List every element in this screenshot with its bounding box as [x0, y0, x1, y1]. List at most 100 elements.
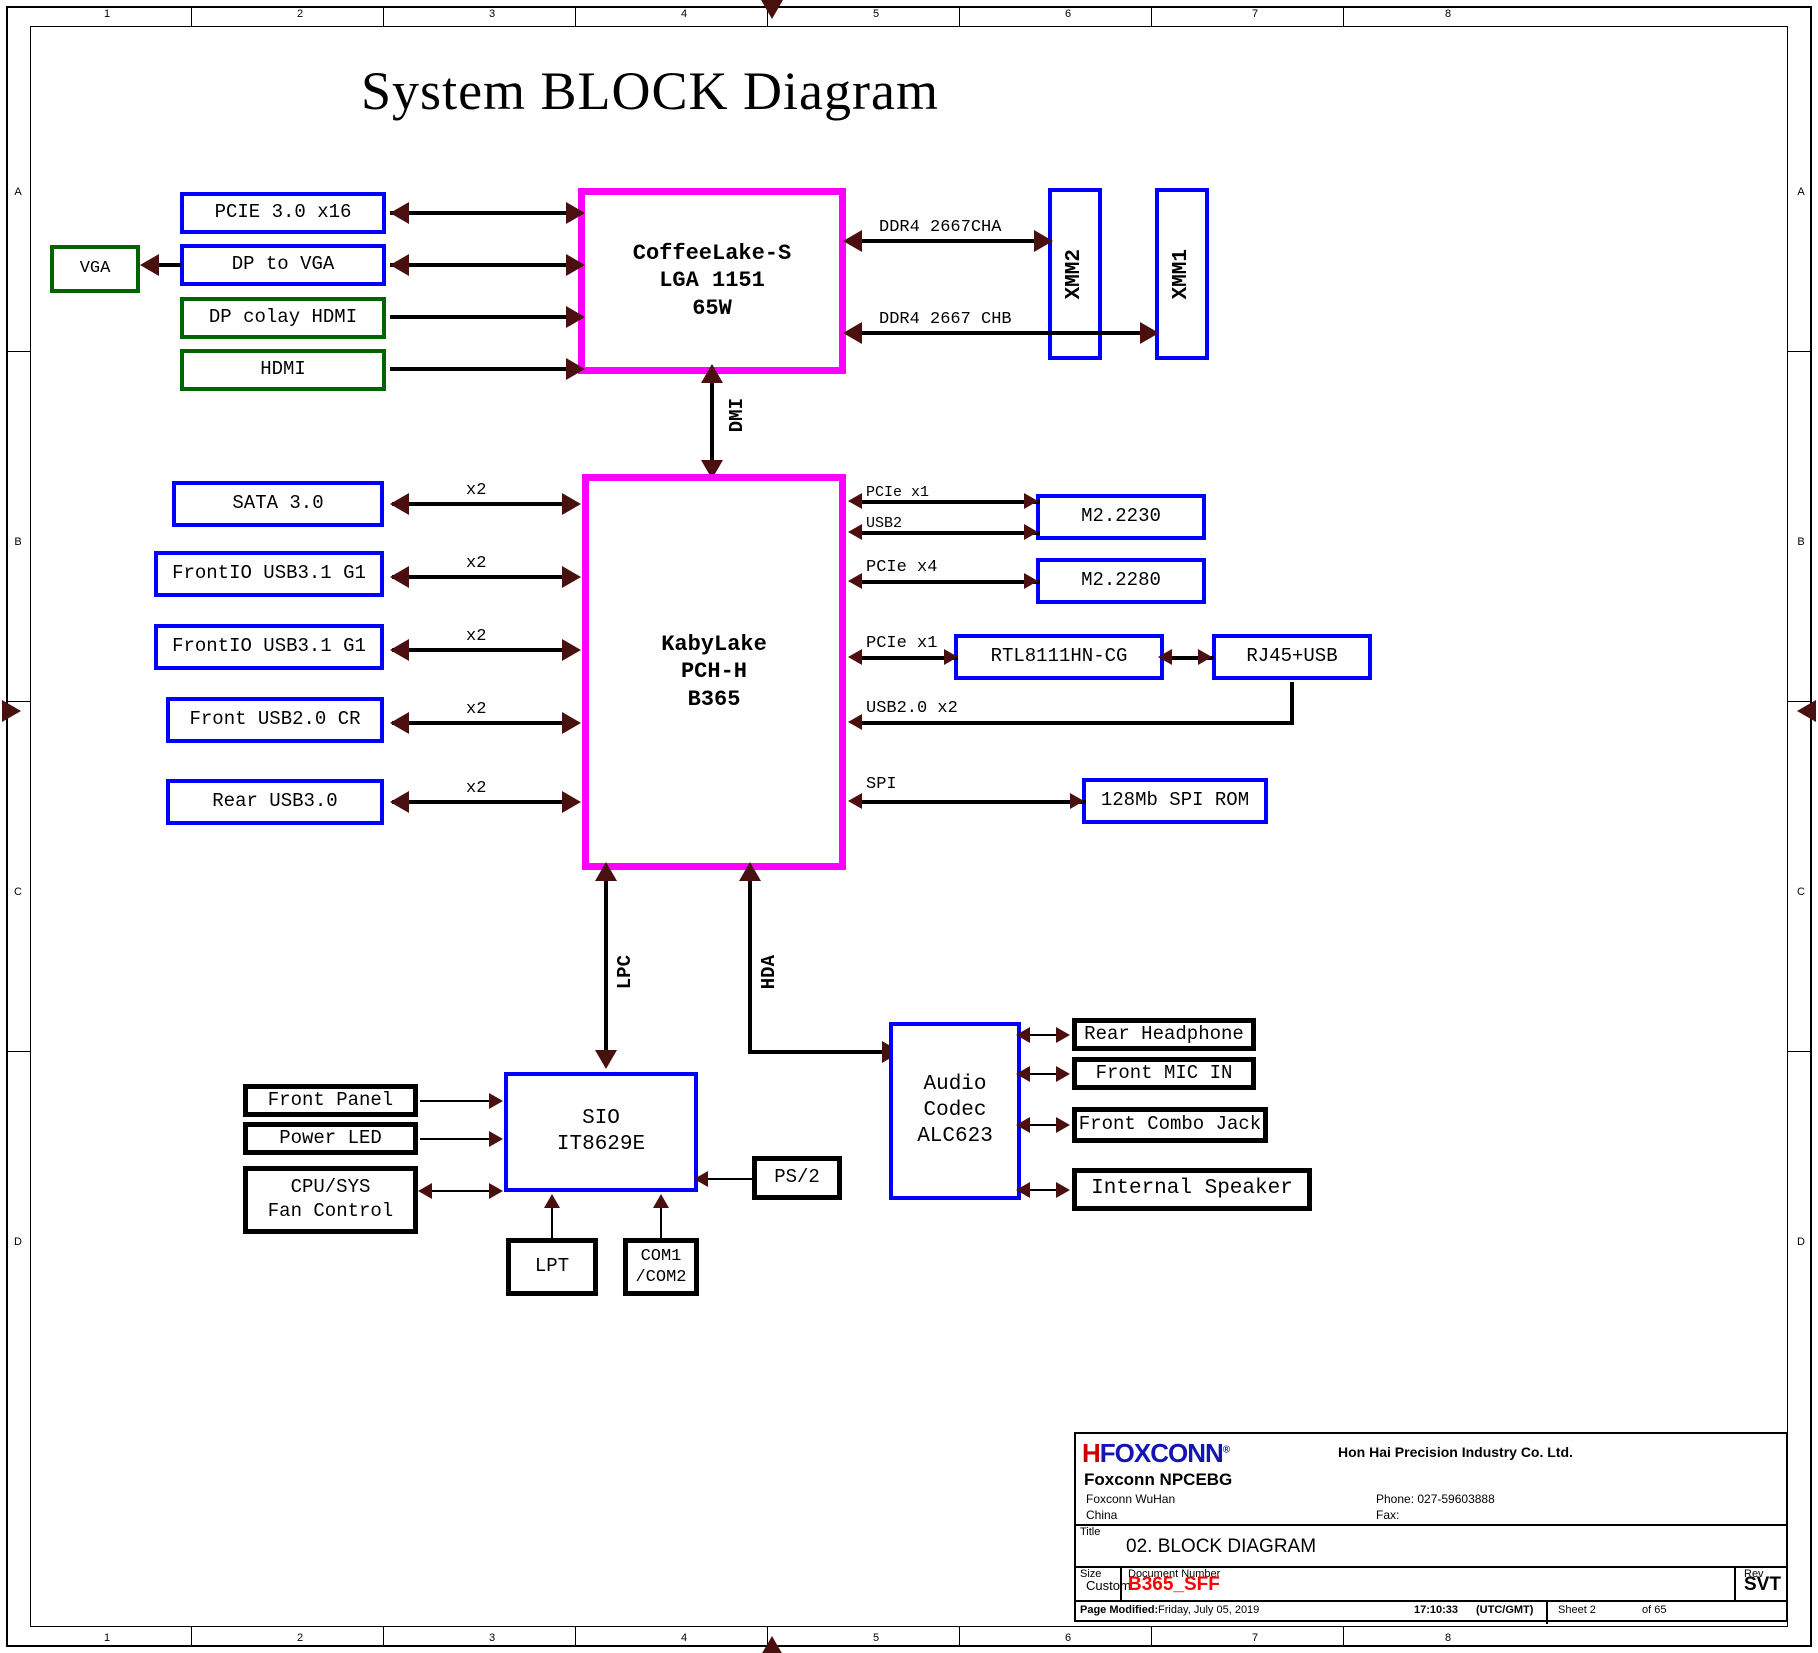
block-rtl8111hn-cg[interactable]: RTL8111HN-CG: [954, 634, 1164, 680]
block-power-led[interactable]: Power LED: [243, 1122, 418, 1155]
arrow-right-icon: [1034, 230, 1053, 252]
arrow-left-icon: [1016, 1182, 1030, 1198]
wire-usb31a-to-pch: [392, 575, 576, 579]
title-block: HFOXCONN® Foxconn NPCEBG Foxconn WuHan C…: [1074, 1432, 1788, 1624]
center-mark-bottom-icon: [761, 1636, 783, 1653]
wire-usb31b-to-pch: [392, 648, 576, 652]
arrow-right-icon: [566, 306, 585, 328]
block-cpu-sys-fan-control[interactable]: CPU/SYS Fan Control: [243, 1166, 418, 1234]
foxconn-logo-h: H: [1082, 1438, 1101, 1468]
arrow-right-icon: [566, 254, 585, 276]
wire-lpt-to-sio: [551, 1203, 553, 1239]
block-xmm2-label: XMM2: [1062, 248, 1086, 300]
frame-tick: [191, 1627, 192, 1647]
block-front-panel[interactable]: Front Panel: [243, 1084, 418, 1117]
block-dp-to-vga[interactable]: DP to VGA: [180, 244, 386, 286]
arrow-right-icon: [944, 649, 958, 665]
block-front-mic-in[interactable]: Front MIC IN: [1072, 1057, 1256, 1090]
wire-hdmi-to-cpu: [390, 367, 572, 371]
wire-label-hda: HDA: [758, 955, 780, 990]
foxconn-logo: HFOXCONN®: [1082, 1438, 1230, 1469]
phone-number: Phone: 027-59603888: [1376, 1492, 1495, 1506]
arrow-right-icon: [562, 493, 581, 515]
wire-frontpanel-to-sio: [420, 1100, 498, 1102]
corporate-name: Hon Hai Precision Industry Co. Ltd.: [1338, 1444, 1573, 1460]
wire-hda-horizontal: [748, 1050, 890, 1054]
address-line-2: China: [1086, 1508, 1118, 1522]
wire-pch-usb20-x2-riser: [1290, 682, 1294, 723]
arrow-down-icon: [595, 1050, 617, 1069]
center-mark-left-icon: [2, 700, 21, 722]
arrow-right-icon: [489, 1131, 503, 1147]
arrow-left-icon: [390, 712, 409, 734]
block-lpt[interactable]: LPT: [506, 1238, 598, 1296]
block-front-usb20-cr[interactable]: Front USB2.0 CR: [166, 697, 384, 743]
frame-tick: [1788, 1051, 1812, 1052]
block-sio-it8629e[interactable]: SIO IT8629E: [504, 1072, 698, 1192]
arrow-left-icon: [390, 791, 409, 813]
wire-sata-to-pch: [392, 502, 576, 506]
block-rear-usb30[interactable]: Rear USB3.0: [166, 779, 384, 825]
block-frontio-usb31-g1-a[interactable]: FrontIO USB3.1 G1: [154, 551, 384, 597]
block-m2-2230[interactable]: M2.2230: [1036, 494, 1206, 540]
zone-col-bot-4: 4: [680, 1632, 688, 1644]
arrow-left-icon: [140, 254, 159, 276]
wire-cpu-to-xmm1: [860, 331, 1153, 335]
wire-label-usb20-x2: x2: [466, 700, 487, 719]
zone-col-top-2: 2: [296, 8, 304, 20]
block-internal-speaker[interactable]: Internal Speaker: [1072, 1168, 1312, 1211]
wire-dpvga-to-cpu: [390, 263, 572, 267]
size-value: Custom: [1086, 1578, 1131, 1593]
block-frontio-usb31-g1-b[interactable]: FrontIO USB3.1 G1: [154, 624, 384, 670]
block-m2-2280[interactable]: M2.2280: [1036, 558, 1206, 604]
arrow-right-icon: [1056, 1027, 1070, 1043]
block-rear-headphone[interactable]: Rear Headphone: [1072, 1018, 1256, 1051]
block-vga[interactable]: VGA: [50, 245, 140, 293]
block-xmm1[interactable]: XMM1: [1155, 188, 1209, 360]
wire-lpc: [604, 876, 608, 1062]
zone-col-top-5: 5: [872, 8, 880, 20]
block-sata-3-0[interactable]: SATA 3.0: [172, 481, 384, 527]
arrow-left-icon: [1158, 649, 1172, 665]
block-coffeelake-cpu[interactable]: CoffeeLake-S LGA 1151 65W: [578, 188, 846, 374]
arrow-right-icon: [1198, 649, 1212, 665]
block-hdmi[interactable]: HDMI: [180, 349, 386, 391]
arrow-left-icon: [848, 714, 862, 730]
wire-cpu-to-xmm2: [860, 239, 1046, 243]
block-dp-colay-hdmi[interactable]: DP colay HDMI: [180, 297, 386, 339]
frame-tick: [191, 6, 192, 26]
arrow-left-icon: [843, 322, 862, 344]
block-pcie-3-0-x16[interactable]: PCIE 3.0 x16: [180, 192, 386, 234]
arrow-left-icon: [694, 1171, 708, 1187]
block-kabylake-pch[interactable]: KabyLake PCH-H B365: [582, 474, 846, 870]
wire-label-pcie-x4: PCIe x4: [866, 558, 938, 577]
arrow-right-icon: [1024, 573, 1038, 589]
block-ps2[interactable]: PS/2: [752, 1156, 842, 1200]
wire-label-pcie-x1-a: PCIe x1: [866, 484, 930, 501]
zone-row-left-d: D: [14, 1236, 22, 1248]
wire-pch-to-spi-rom: [860, 800, 1086, 804]
wire-rearusb30-to-pch: [392, 800, 576, 804]
frame-tick: [1788, 351, 1812, 352]
registered-trademark-icon: ®: [1222, 1444, 1230, 1456]
arrow-up-icon: [739, 862, 761, 881]
company-unit: Foxconn NPCEBG: [1084, 1470, 1233, 1489]
block-front-combo-jack[interactable]: Front Combo Jack: [1072, 1107, 1268, 1143]
frame-tick: [575, 1627, 576, 1647]
frame-tick: [383, 6, 384, 26]
block-audio-codec-alc623[interactable]: Audio Codec ALC623: [889, 1022, 1021, 1200]
arrow-left-icon: [1016, 1117, 1030, 1133]
arrow-right-icon: [566, 358, 585, 380]
zone-row-right-d: D: [1797, 1236, 1805, 1248]
block-128mb-spi-rom[interactable]: 128Mb SPI ROM: [1082, 778, 1268, 824]
arrow-left-icon: [1016, 1066, 1030, 1082]
zone-col-bot-1: 1: [103, 1632, 111, 1644]
block-com1-com2[interactable]: COM1 /COM2: [623, 1238, 699, 1296]
arrow-left-icon: [390, 254, 409, 276]
block-rj45-usb[interactable]: RJ45+USB: [1212, 634, 1372, 680]
zone-row-right-b: B: [1797, 536, 1805, 548]
arrow-right-icon: [562, 791, 581, 813]
wire-usb20cr-to-pch: [392, 721, 576, 725]
arrow-right-icon: [566, 202, 585, 224]
frame-tick: [6, 1051, 30, 1052]
